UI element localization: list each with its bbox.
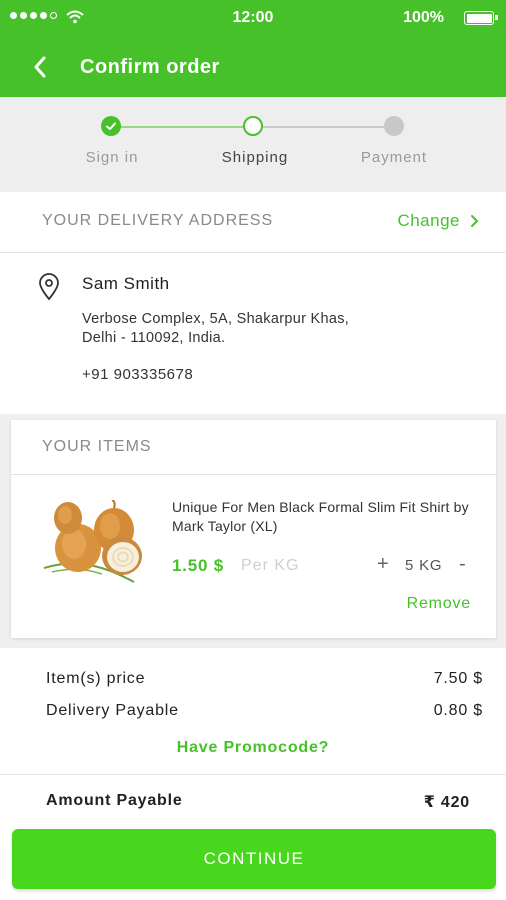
divider [11,474,496,475]
item-price-label: Item(s) price [46,670,146,687]
recipient-phone: +91 903335678 [82,366,194,383]
amount-payable-label: Amount Payable [46,792,183,809]
quantity-increase-button[interactable]: + [377,553,389,576]
promocode-link[interactable]: Have Promocode? [0,739,506,757]
battery-icon [464,11,498,25]
quantity-decrease-button[interactable]: - [459,553,466,576]
quantity-value: 5 KG [405,557,443,574]
step-payment-label: Payment [360,149,428,166]
location-pin-icon [39,273,59,301]
delivery-label: Delivery Payable [46,702,179,719]
remove-item-button[interactable]: Remove [407,595,471,613]
step-connector-todo [262,126,384,128]
chevron-right-icon [471,215,479,227]
divider [0,252,506,253]
product-image-onion [43,500,142,583]
step-signin-check-icon [101,116,121,136]
recipient-name: Sam Smith [82,274,170,293]
status-bar: 12:00 100% [0,0,506,36]
app-header: 12:00 100% Confirm order [0,0,506,97]
continue-button[interactable]: CONTINUE [12,829,496,889]
item-price-value: 7.50 $ [433,670,483,687]
back-arrow-icon[interactable] [26,52,56,82]
change-address-button[interactable]: Change [397,211,480,231]
address-line-1: Verbose Complex, 5A, Shakarpur Khas, [82,311,350,327]
delivery-value: 0.80 $ [433,702,483,719]
change-address-label: Change [397,211,460,230]
step-shipping-circle-icon [243,116,263,136]
continue-label: CONTINUE [203,849,305,868]
item-price: 1.50 $ [172,556,225,575]
step-shipping-label: Shipping [221,149,289,166]
amount-payable-value: ₹ 420 [423,794,470,811]
page-title: Confirm order [80,56,220,78]
checkout-stepper: Sign in Shipping Payment [0,97,506,191]
divider [0,774,506,775]
step-signin-label: Sign in [85,149,139,166]
delivery-address-heading: YOUR DELIVERY ADDRESS [42,212,274,229]
address-line-2: Delhi - 110092, India. [82,330,226,346]
battery-percent: 100% [403,9,444,26]
step-payment-circle-icon [384,116,404,136]
items-heading: YOUR ITEMS [42,438,152,455]
item-name: Unique For Men Black Formal Slim Fit Shi… [172,499,469,534]
step-connector-done [120,126,244,128]
item-unit: Per KG [241,557,300,574]
